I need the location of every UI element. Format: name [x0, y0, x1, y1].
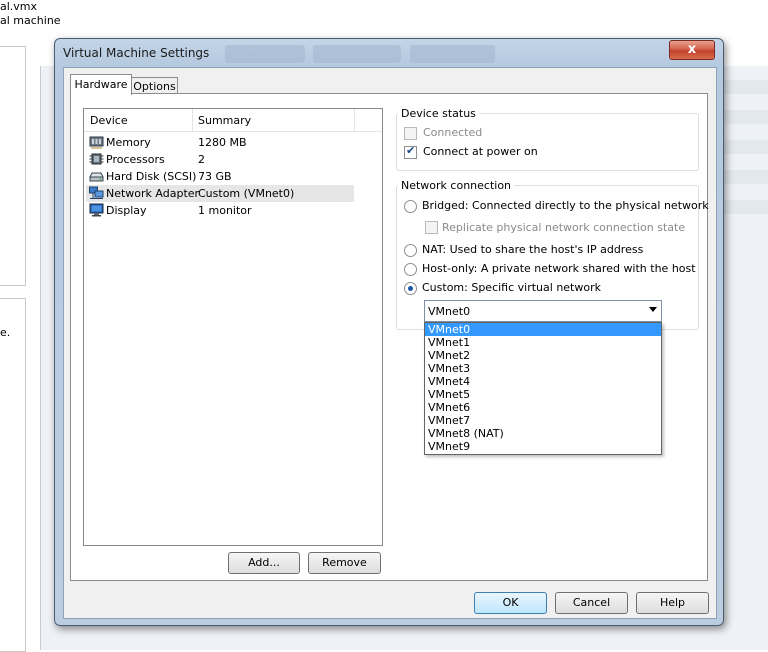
tab-options-label: Options [133, 80, 176, 93]
device-row-processors[interactable]: Processors 2 [86, 151, 354, 168]
memory-icon [89, 136, 104, 149]
close-icon: x [687, 42, 697, 57]
add-device-button-label: Add... [248, 556, 280, 569]
connected-label: Connected [423, 126, 483, 139]
custom-radio[interactable] [404, 282, 417, 295]
background-left-panel-lower [0, 298, 26, 652]
background-ghost-tab-1 [225, 45, 305, 63]
device-summary: 1 monitor [198, 204, 252, 217]
help-button[interactable]: Help [636, 592, 709, 614]
network-connection-title: Network connection [398, 179, 515, 192]
custom-label: Custom: Specific virtual network [422, 281, 601, 294]
vmnet-dropdown-list[interactable]: VMnet0 VMnet1 VMnet2 VMnet3 VMnet4 VMnet… [424, 322, 662, 455]
connected-checkbox[interactable] [404, 127, 417, 140]
cancel-button[interactable]: Cancel [555, 592, 628, 614]
cancel-button-label: Cancel [572, 596, 611, 609]
column-summary[interactable]: Summary [198, 114, 251, 127]
device-status-group [396, 113, 699, 171]
device-name: Memory [106, 136, 151, 149]
vmnet-option[interactable]: VMnet9 [425, 440, 661, 453]
background-file-name: al.vmx [0, 0, 38, 13]
device-name: Display [106, 204, 147, 217]
nat-radio[interactable] [404, 244, 417, 257]
device-name: Network Adapter [106, 187, 200, 200]
background-ghost-tab-3 [410, 45, 495, 63]
device-list[interactable]: Device Summary Memory 1280 MB Processors… [83, 108, 383, 546]
radio-selected-dot [408, 286, 413, 291]
display-icon [89, 203, 104, 217]
add-device-button[interactable]: Add... [228, 552, 300, 574]
device-summary: 2 [198, 153, 205, 166]
device-summary: 1280 MB [198, 136, 247, 149]
device-name: Hard Disk (SCSI) [106, 170, 197, 183]
background-side-text: e. [0, 326, 11, 339]
vmnet-combo-value: VMnet0 [428, 305, 471, 318]
bridged-label: Bridged: Connected directly to the physi… [422, 199, 709, 212]
background-left-panel [0, 46, 26, 286]
background-ghost-tab-2 [313, 45, 401, 63]
ok-button-label: OK [502, 596, 519, 609]
device-row-memory[interactable]: Memory 1280 MB [86, 134, 354, 151]
device-summary: 73 GB [198, 170, 232, 183]
processor-icon [89, 153, 104, 165]
chevron-down-icon[interactable] [649, 307, 657, 312]
vmnet-option[interactable]: VMnet4 [425, 375, 661, 388]
column-separator[interactable] [354, 109, 355, 131]
vmnet-option[interactable]: VMnet7 [425, 414, 661, 427]
connect-at-power-on-label: Connect at power on [423, 145, 538, 158]
tab-hardware-label: Hardware [74, 78, 128, 91]
device-name: Processors [106, 153, 165, 166]
background-right-list [723, 70, 768, 650]
connect-at-power-on-checkbox[interactable]: ✔ [404, 144, 417, 159]
vmnet-option[interactable]: VMnet1 [425, 336, 661, 349]
host-only-label: Host-only: A private network shared with… [422, 262, 696, 275]
network-adapter-icon [89, 186, 104, 199]
vmnet-option[interactable]: VMnet2 [425, 349, 661, 362]
vmnet-combo-box[interactable]: VMnet0 [424, 300, 662, 322]
nat-label: NAT: Used to share the host's IP address [422, 243, 644, 256]
device-summary: Custom (VMnet0) [198, 187, 295, 200]
dialog-title: Virtual Machine Settings [63, 46, 210, 60]
vmnet-option[interactable]: VMnet0 [425, 323, 661, 336]
ok-button[interactable]: OK [474, 592, 547, 614]
bridged-radio[interactable] [404, 200, 417, 213]
vmnet-option[interactable]: VMnet8 (NAT) [425, 427, 661, 440]
vmnet-option[interactable]: VMnet5 [425, 388, 661, 401]
device-status-title: Device status [398, 107, 479, 120]
remove-device-button-label: Remove [322, 556, 367, 569]
host-only-radio[interactable] [404, 263, 417, 276]
close-button[interactable]: x [669, 40, 715, 60]
title-bar[interactable]: Virtual Machine Settings x [55, 39, 723, 67]
vmnet-option[interactable]: VMnet6 [425, 401, 661, 414]
help-button-label: Help [659, 596, 686, 609]
checkmark-icon: ✔ [406, 144, 416, 157]
device-row-hard-disk[interactable]: Hard Disk (SCSI) 73 GB [86, 168, 354, 185]
replicate-state-checkbox[interactable] [425, 221, 438, 234]
device-row-display[interactable]: Display 1 monitor [86, 202, 354, 219]
remove-device-button[interactable]: Remove [308, 552, 381, 574]
replicate-state-label: Replicate physical network connection st… [442, 221, 686, 234]
device-list-header: Device Summary [84, 109, 382, 132]
column-device[interactable]: Device [90, 114, 128, 127]
background-caption: al machine [0, 14, 61, 27]
vmnet-option[interactable]: VMnet3 [425, 362, 661, 375]
tab-hardware[interactable]: Hardware [70, 74, 132, 95]
device-row-network-adapter[interactable]: Network Adapter Custom (VMnet0) [86, 185, 354, 202]
hard-disk-icon [89, 172, 104, 182]
column-separator[interactable] [192, 109, 193, 131]
